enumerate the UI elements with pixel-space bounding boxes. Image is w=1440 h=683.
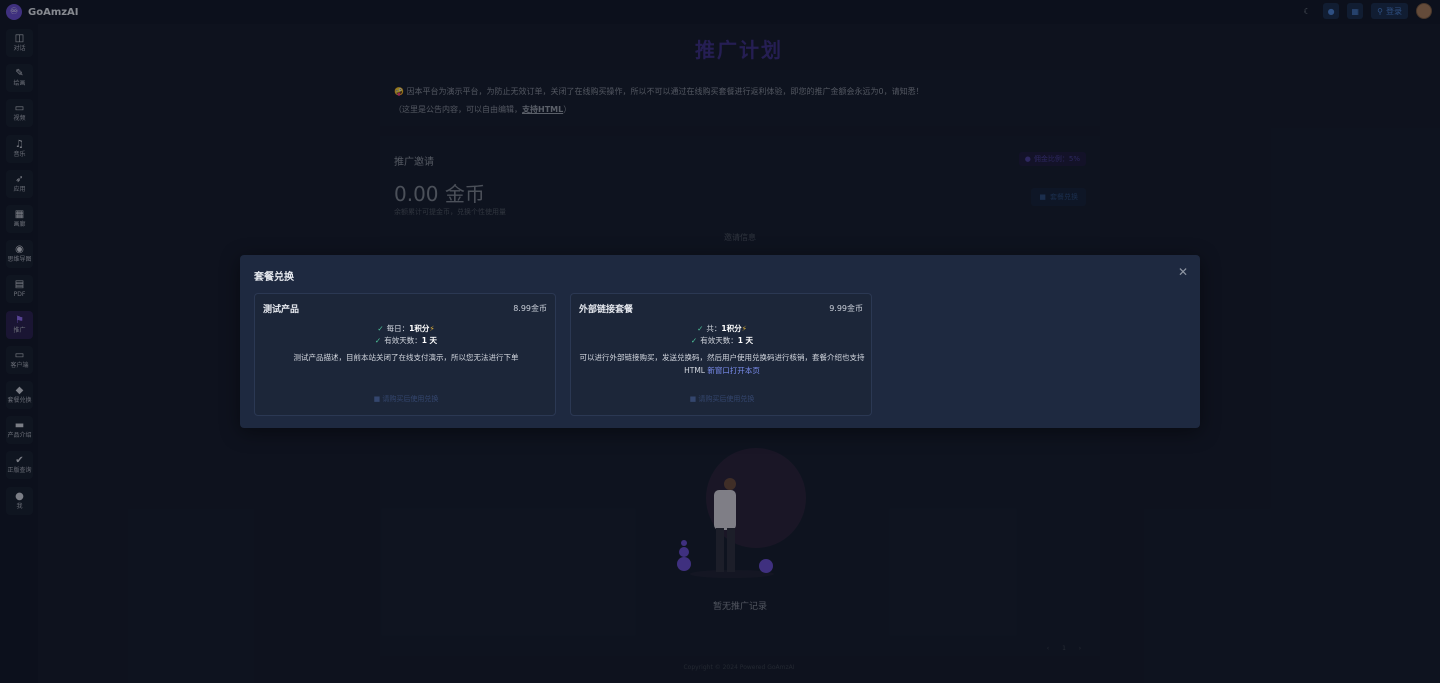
package-desc-text: 测试产品描述，目前本站关闭了在线支付演示，所以您无法进行下单 — [293, 353, 519, 362]
check-icon: ✓ — [690, 336, 698, 345]
package-description: 可以进行外部链接购买，发送兑换码，然后用户使用兑换码进行核销，套餐介绍也支持HT… — [579, 351, 865, 377]
feature-value: 1 天 — [737, 336, 754, 345]
feature-label: 每日： — [386, 324, 410, 333]
package-buy-button[interactable]: ■ 请购买后使用兑换 — [571, 394, 873, 404]
bolt-icon: ⚡ — [429, 324, 435, 333]
check-icon: ✓ — [374, 336, 382, 345]
package-name: 外部链接套餐 — [579, 305, 634, 315]
package-price: 8.99金币 — [513, 304, 547, 313]
feature-value: 1积分 — [721, 324, 742, 333]
feature-value: 1 天 — [421, 336, 438, 345]
close-icon[interactable]: ✕ — [1178, 266, 1188, 278]
feature-label: 有效天数： — [700, 336, 738, 345]
package-desc-link[interactable]: 新窗口打开本页 — [707, 366, 760, 375]
cart-icon: ■ — [689, 395, 697, 403]
package-feature: ✓ 有效天数：1 天 — [571, 335, 873, 346]
modal-title: 套餐兑换 — [254, 272, 294, 283]
package-card[interactable]: 外部链接套餐 9.99金币 ✓ 共：1积分⚡ ✓ 有效天数：1 天 可以进行外部链接… — [570, 293, 872, 416]
package-feature: ✓ 共：1积分⚡ — [571, 323, 873, 334]
package-feature: ✓ 每日：1积分⚡ — [255, 323, 557, 334]
buy-label: 请购买后使用兑换 — [698, 395, 755, 403]
feature-label: 共： — [706, 324, 722, 333]
bolt-icon: ⚡ — [741, 324, 747, 333]
package-name: 测试产品 — [263, 305, 300, 315]
package-card[interactable]: 测试产品 8.99金币 ✓ 每日：1积分⚡ ✓ 有效天数：1 天 测试产品描述，目前… — [254, 293, 556, 416]
feature-label: 有效天数： — [384, 336, 422, 345]
package-description: 测试产品描述，目前本站关闭了在线支付演示，所以您无法进行下单 — [263, 351, 549, 364]
check-icon: ✓ — [697, 324, 704, 333]
cart-icon: ■ — [373, 395, 381, 403]
package-buy-button[interactable]: ■ 请购买后使用兑换 — [255, 394, 557, 404]
check-icon: ✓ — [377, 324, 384, 333]
package-price: 9.99金币 — [829, 304, 863, 313]
buy-label: 请购买后使用兑换 — [382, 395, 439, 403]
feature-value: 1积分 — [409, 324, 430, 333]
package-feature: ✓ 有效天数：1 天 — [255, 335, 557, 346]
package-exchange-modal: 套餐兑换 ✕ 测试产品 8.99金币 ✓ 每日：1积分⚡ ✓ 有效天数：1 天 测试… — [240, 255, 1200, 428]
